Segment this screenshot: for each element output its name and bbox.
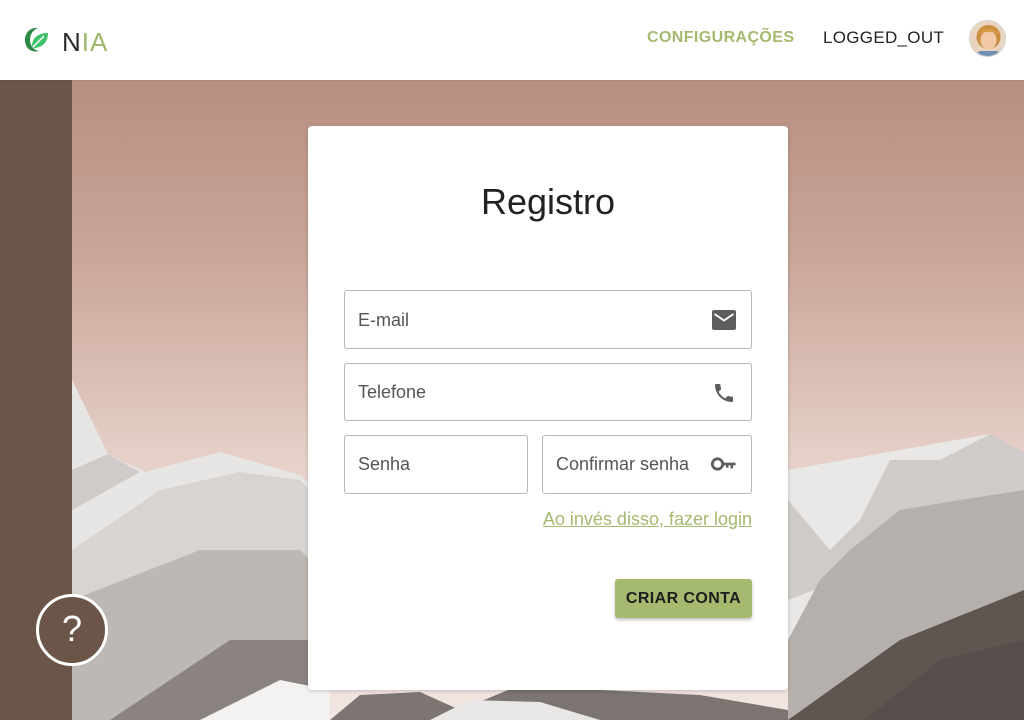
- app-logo-text: NIA: [62, 27, 108, 57]
- login-instead-link[interactable]: Ao invés disso, fazer login: [543, 508, 752, 530]
- email-icon: [711, 309, 737, 336]
- confirm-password-field[interactable]: Confirmar senha: [542, 435, 752, 494]
- user-avatar[interactable]: [969, 20, 1006, 57]
- logo-ia: IA: [81, 26, 109, 57]
- confirm-password-field-label: Confirmar senha: [556, 454, 690, 474]
- leaf-logo-icon: [22, 24, 50, 59]
- create-account-button[interactable]: CRIAR CONTA: [615, 579, 752, 618]
- nav-settings-link[interactable]: CONFIGURAÇÕES: [647, 28, 794, 48]
- password-field-label: Senha: [358, 454, 411, 474]
- page-title: Registro: [480, 181, 616, 222]
- nav-login-status[interactable]: LOGGED_OUT: [823, 28, 944, 48]
- password-field[interactable]: Senha: [344, 435, 528, 494]
- key-icon: [710, 455, 737, 478]
- phone-field-label: Telefone: [358, 382, 427, 402]
- register-card: Registro E-mail Telefone Senha Confirmar…: [308, 126, 788, 690]
- email-field[interactable]: E-mail: [344, 290, 752, 349]
- phone-field[interactable]: Telefone: [344, 363, 752, 421]
- logo-n: N: [62, 26, 82, 57]
- email-field-label: E-mail: [358, 310, 410, 330]
- top-bar: NIA CONFIGURAÇÕES LOGGED_OUT: [0, 0, 1024, 80]
- app-logo[interactable]: NIA: [22, 24, 108, 59]
- help-question-icon: ?: [61, 608, 83, 649]
- help-button[interactable]: ?: [36, 594, 108, 666]
- phone-icon: [712, 381, 736, 410]
